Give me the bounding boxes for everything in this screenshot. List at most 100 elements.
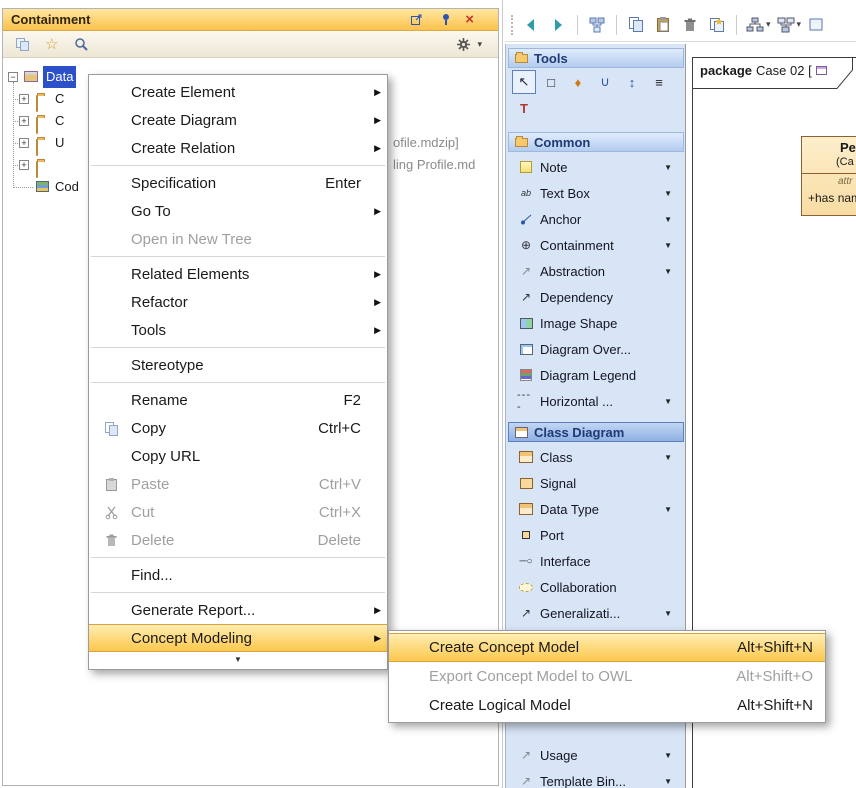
tree-item[interactable]: C (55, 88, 64, 110)
swimlane-tool-button[interactable]: ≡ (647, 70, 671, 94)
tool-image-shape[interactable]: Image Shape (508, 310, 684, 336)
favorites-star-icon[interactable]: ☆ (45, 35, 58, 53)
tool-diagram-legend[interactable]: Diagram Legend (508, 362, 684, 388)
tool-usage[interactable]: ↗ Usage ▼ (508, 742, 684, 768)
layout-dropdown-caret-icon[interactable]: ▾ (766, 19, 771, 30)
toolbar-drag-handle[interactable] (511, 15, 515, 35)
tool-diagram-overview[interactable]: Diagram Over... (508, 336, 684, 362)
align-tool-button[interactable]: ↕ (620, 70, 644, 94)
menu-item-generate-report[interactable]: Generate Report... ▶ (89, 596, 387, 624)
expand-expander-icon[interactable]: + (19, 116, 29, 126)
menu-item-create-element[interactable]: Create Element ▶ (89, 78, 387, 106)
menu-item-paste[interactable]: Paste Ctrl+V (89, 470, 387, 498)
tool-port[interactable]: Port (508, 522, 684, 548)
close-icon[interactable]: × (465, 14, 474, 26)
tool-class[interactable]: Class ▼ (508, 444, 684, 470)
submenu-item-create-logical-model[interactable]: Create Logical Model Alt+Shift+N (389, 691, 825, 720)
paste-special-icon[interactable] (706, 14, 728, 36)
tree-item[interactable]: U (55, 132, 64, 154)
menu-item-stereotype[interactable]: Stereotype (89, 351, 387, 379)
menu-scroll-down[interactable]: ▼ (89, 652, 387, 666)
menu-item-related-elements[interactable]: Related Elements ▶ (89, 260, 387, 288)
menu-item-tools[interactable]: Tools ▶ (89, 316, 387, 344)
tool-containment[interactable]: ⊕ Containment ▼ (508, 232, 684, 258)
tool-label: Diagram Over... (540, 342, 631, 357)
collapse-expander-icon[interactable]: − (8, 72, 18, 82)
chevron-down-icon[interactable]: ▼ (664, 163, 672, 172)
class-shape[interactable]: Pe (Ca attr +has name (801, 136, 856, 216)
chevron-down-icon[interactable]: ▼ (664, 751, 672, 760)
tree-item-overflow[interactable]: ofile.mdzip] (393, 132, 459, 154)
tree-item-overflow[interactable]: ling Profile.md (393, 154, 475, 176)
menu-item-delete[interactable]: Delete Delete (89, 526, 387, 554)
chevron-down-icon[interactable]: ▼ (664, 267, 672, 276)
tree-item[interactable]: C (55, 110, 64, 132)
tool-data-type[interactable]: Data Type ▼ (508, 496, 684, 522)
tool-generalization[interactable]: ↗ Generalizati... ▼ (508, 600, 684, 626)
tool-note[interactable]: Note ▼ (508, 154, 684, 180)
tool-horizontal-separator[interactable]: ---- Horizontal ... ▼ (508, 388, 684, 414)
tool-signal[interactable]: Signal (508, 470, 684, 496)
structure-mode-button[interactable]: ▾ (776, 16, 802, 34)
search-icon[interactable] (70, 33, 92, 55)
pin-icon[interactable] (435, 9, 457, 31)
layout-hierarchy-button[interactable]: ▾ (745, 16, 771, 34)
chevron-down-icon[interactable]: ▼ (664, 397, 672, 406)
gear-dropdown-caret-icon[interactable]: ▾ (477, 39, 482, 50)
tree-item-data[interactable]: Data (43, 66, 76, 88)
link-items-icon[interactable] (11, 33, 33, 55)
chevron-down-icon[interactable]: ▼ (664, 609, 672, 618)
gear-icon[interactable] (452, 33, 474, 55)
chevron-down-icon[interactable]: ▼ (664, 215, 672, 224)
toolbox-section-class-diagram[interactable]: Class Diagram (508, 422, 684, 442)
menu-item-refactor[interactable]: Refactor ▶ (89, 288, 387, 316)
structure-dropdown-caret-icon[interactable]: ▾ (797, 19, 802, 30)
back-arrow-icon[interactable] (520, 14, 542, 36)
containment-titlebar[interactable]: Containment × (3, 9, 498, 31)
chevron-down-icon[interactable]: ▼ (664, 505, 672, 514)
marquee-tool-button[interactable]: □ (539, 70, 563, 94)
menu-item-copy[interactable]: Copy Ctrl+C (89, 414, 387, 442)
tool-template-binding[interactable]: ↗ Template Bin... ▼ (508, 768, 684, 788)
tool-anchor[interactable]: Anchor ▼ (508, 206, 684, 232)
menu-item-open-in-new-tree[interactable]: Open in New Tree (89, 225, 387, 253)
tool-dependency[interactable]: ↗ Dependency (508, 284, 684, 310)
containment-tree-icon[interactable] (586, 14, 608, 36)
text-tool-button[interactable]: T (512, 96, 536, 120)
copy-icon[interactable] (625, 14, 647, 36)
expand-expander-icon[interactable]: + (19, 138, 29, 148)
chevron-down-icon[interactable]: ▼ (664, 777, 672, 786)
chevron-down-icon[interactable]: ▼ (664, 241, 672, 250)
forward-arrow-icon[interactable] (547, 14, 569, 36)
menu-item-concept-modeling[interactable]: Concept Modeling ▶ (89, 624, 387, 652)
toolbox-section-tools[interactable]: Tools (508, 48, 684, 68)
menu-item-cut[interactable]: Cut Ctrl+X (89, 498, 387, 526)
float-window-icon[interactable] (405, 9, 427, 31)
tool-text-box[interactable]: ab Text Box ▼ (508, 180, 684, 206)
tool-interface[interactable]: ─○ Interface (508, 548, 684, 574)
menu-item-create-relation[interactable]: Create Relation ▶ (89, 134, 387, 162)
submenu-item-create-concept-model[interactable]: Create Concept Model Alt+Shift+N (389, 633, 825, 662)
expand-expander-icon[interactable]: + (19, 94, 29, 104)
submenu-item-export-concept-model-owl[interactable]: Export Concept Model to OWL Alt+Shift+O (389, 662, 825, 691)
menu-item-copy-url[interactable]: Copy URL (89, 442, 387, 470)
menu-item-specification[interactable]: Specification Enter (89, 169, 387, 197)
clipped-toolbar-icon[interactable] (806, 14, 828, 36)
chevron-down-icon[interactable]: ▼ (664, 453, 672, 462)
tool-abstraction[interactable]: ↗ Abstraction ▼ (508, 258, 684, 284)
menu-item-rename[interactable]: Rename F2 (89, 386, 387, 414)
menu-item-go-to[interactable]: Go To ▶ (89, 197, 387, 225)
select-tool-button[interactable]: ↖ (512, 70, 536, 94)
paste-icon[interactable] (652, 14, 674, 36)
delete-trash-icon[interactable] (679, 14, 701, 36)
tool-label: Class (540, 450, 573, 465)
expand-expander-icon[interactable]: + (19, 160, 29, 170)
tree-item[interactable]: Cod (55, 176, 79, 198)
magnet-tool-button[interactable]: ∪ (593, 70, 617, 94)
chevron-down-icon[interactable]: ▼ (664, 189, 672, 198)
toolbox-section-common[interactable]: Common (508, 132, 684, 152)
stamp-tool-button[interactable]: ♦ (566, 70, 590, 94)
menu-item-find[interactable]: Find... (89, 561, 387, 589)
tool-collaboration[interactable]: Collaboration (508, 574, 684, 600)
menu-item-create-diagram[interactable]: Create Diagram ▶ (89, 106, 387, 134)
